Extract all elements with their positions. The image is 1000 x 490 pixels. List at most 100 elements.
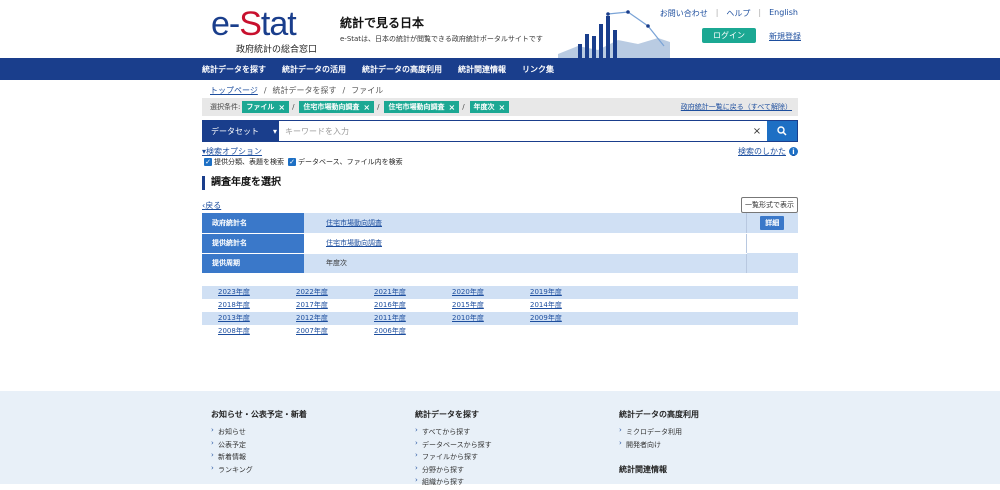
close-icon[interactable]: × <box>363 103 370 112</box>
nav-item-advanced-use[interactable]: 統計データの高度利用 <box>362 64 450 75</box>
login-button[interactable]: ログイン <box>702 28 756 43</box>
chevron-down-icon: ▾ <box>273 126 278 136</box>
search-options: ▾検索オプション 検索のしかた i ✓ 提供分類、表題を検索 ✓ データベース、ファイ… <box>202 146 798 168</box>
nav-item-search-data[interactable]: 統計データを探す <box>202 64 274 75</box>
close-icon[interactable]: × <box>499 103 506 112</box>
checkbox-checked-icon: ✓ <box>204 158 212 166</box>
close-icon[interactable]: × <box>448 103 455 112</box>
nav-item-related-info[interactable]: 統計関連情報 <box>458 64 514 75</box>
footer-column-news: お知らせ・公表予定・新着 お知らせ 公表予定 新着情報 ランキング <box>211 409 307 477</box>
year-link[interactable]: 2013年度 <box>218 313 296 323</box>
year-link[interactable]: 2016年度 <box>374 300 452 310</box>
table-row: 提供周期 年度次 <box>202 253 798 274</box>
row-value: 住宅市場動向調査 <box>304 233 746 254</box>
footer-column-advanced: 統計データの高度利用 ミクロデータ利用 開発者向け 統計関連情報 <box>619 409 699 482</box>
condition-chip-statistic[interactable]: 住宅市場動向調査 × <box>384 101 460 113</box>
search-type-select[interactable]: データセット ▾ <box>203 121 279 141</box>
row-header: 提供統計名 <box>202 233 304 254</box>
year-link[interactable]: 2014年度 <box>530 300 608 310</box>
checkbox-database-file[interactable]: ✓ データベース、ファイル内を検索 <box>288 157 403 167</box>
footer-heading: 統計関連情報 <box>619 465 667 474</box>
english-link[interactable]: English <box>769 8 798 19</box>
footer-link[interactable]: 分野から探す <box>415 464 492 478</box>
footer-link[interactable]: ランキング <box>211 464 307 478</box>
chip-separator: / <box>462 103 465 111</box>
table-row: 提供統計名 住宅市場動向調査 <box>202 233 798 254</box>
stat-name-link[interactable]: 住宅市場動向調査 <box>326 219 382 227</box>
header-chart-decoration <box>558 10 670 58</box>
year-link[interactable]: 2009年度 <box>530 313 608 323</box>
register-link[interactable]: 新規登録 <box>769 31 801 42</box>
footer-heading: 統計データを探す <box>415 410 479 419</box>
search-scope-checkboxes: ✓ 提供分類、表題を検索 ✓ データベース、ファイル内を検索 <box>204 157 403 167</box>
year-link[interactable]: 2023年度 <box>218 287 296 297</box>
nav-item-use-data[interactable]: 統計データの活用 <box>282 64 354 75</box>
link-separator: | <box>715 8 719 17</box>
nav-item-links[interactable]: リンク集 <box>522 64 562 75</box>
close-icon[interactable]: × <box>278 103 285 112</box>
checkbox-checked-icon: ✓ <box>288 158 296 166</box>
checkbox-classification-title[interactable]: ✓ 提供分類、表題を検索 <box>204 157 284 167</box>
row-action <box>745 253 798 273</box>
conditions-label: 選択条件: <box>210 103 241 111</box>
clear-search-icon[interactable]: × <box>747 121 767 141</box>
global-nav: 統計データを探す 統計データの活用 統計データの高度利用 統計関連情報 リンク集 <box>0 58 1000 80</box>
year-row: 2008年度 2007年度 2006年度 <box>202 325 798 338</box>
search-options-toggle[interactable]: ▾検索オプション <box>202 146 262 157</box>
provided-stat-link[interactable]: 住宅市場動向調査 <box>326 239 382 247</box>
contact-link[interactable]: お問い合わせ <box>660 8 708 19</box>
footer-link[interactable]: 開発者向け <box>619 439 699 453</box>
condition-chip-file[interactable]: ファイル × <box>242 101 290 113</box>
footer-link[interactable]: 新着情報 <box>211 451 307 465</box>
year-link[interactable]: 2006年度 <box>374 326 452 336</box>
footer-link[interactable]: 公表予定 <box>211 439 307 453</box>
info-icon: i <box>789 147 798 156</box>
year-link[interactable]: 2019年度 <box>530 287 608 297</box>
year-link[interactable]: 2012年度 <box>296 313 374 323</box>
year-link[interactable]: 2011年度 <box>374 313 452 323</box>
clear-all-link[interactable]: 政府統計一覧に戻る（すべて解除） <box>681 102 792 112</box>
row-header: 政府統計名 <box>202 213 304 234</box>
year-link[interactable]: 2007年度 <box>296 326 374 336</box>
stat-info-table: 政府統計名 住宅市場動向調査 詳細 提供統計名 住宅市場動向調査 提供周期 年度… <box>202 213 798 274</box>
site-title: 統計で見る日本 <box>340 16 425 30</box>
breadcrumb: トップページ / 統計データを探す / ファイル <box>210 82 1000 98</box>
year-link[interactable]: 2008年度 <box>218 326 296 336</box>
footer-link[interactable]: お知らせ <box>211 426 307 440</box>
year-link[interactable]: 2022年度 <box>296 287 374 297</box>
search-bar: データセット ▾ キーワードを入力 × <box>202 120 798 142</box>
footer-link[interactable]: ファイルから探す <box>415 451 492 465</box>
footer-link[interactable]: 組織から探す <box>415 476 492 490</box>
estat-logo[interactable]: e-Stat 政府統計の総合窓口 <box>211 6 323 55</box>
year-link[interactable]: 2021年度 <box>374 287 452 297</box>
year-list: 2023年度 2022年度 2021年度 2020年度 2019年度 2018年… <box>202 285 798 338</box>
chip-separator: / <box>377 103 380 111</box>
list-view-button[interactable]: 一覧形式で表示 <box>741 197 798 213</box>
year-link[interactable]: 2020年度 <box>452 287 530 297</box>
search-button[interactable] <box>767 121 797 141</box>
page-title: 調査年度を選択 <box>202 176 798 190</box>
help-link[interactable]: ヘルプ <box>726 8 750 19</box>
selected-conditions-bar: 選択条件: ファイル × / 住宅市場動向調査 × / 住宅市場動向調査 × / 年度… <box>202 98 798 116</box>
year-link[interactable]: 2018年度 <box>218 300 296 310</box>
utility-links: お問い合わせ | ヘルプ | English <box>660 8 798 19</box>
year-row: 2013年度 2012年度 2011年度 2010年度 2009年度 <box>202 311 798 325</box>
back-link[interactable]: ‹戻る <box>202 200 221 211</box>
condition-chip-survey[interactable]: 住宅市場動向調査 × <box>299 101 375 113</box>
logo-subtitle: 政府統計の総合窓口 <box>236 45 318 55</box>
search-input[interactable]: キーワードを入力 <box>279 121 747 141</box>
footer-link[interactable]: すべてから探す <box>415 426 492 440</box>
year-row: 2018年度 2017年度 2016年度 2015年度 2014年度 <box>202 299 798 312</box>
footer-link[interactable]: ミクロデータ利用 <box>619 426 699 440</box>
breadcrumb-home[interactable]: トップページ <box>210 85 258 96</box>
year-link[interactable]: 2015年度 <box>452 300 530 310</box>
detail-button[interactable]: 詳細 <box>760 216 785 230</box>
condition-chip-cycle[interactable]: 年度次 × <box>469 101 510 113</box>
footer-link[interactable]: データベースから探す <box>415 439 492 453</box>
year-link[interactable]: 2010年度 <box>452 313 530 323</box>
year-link[interactable]: 2017年度 <box>296 300 374 310</box>
chip-separator: / <box>292 103 295 111</box>
how-to-search-link[interactable]: 検索のしかた i <box>738 146 798 157</box>
year-row: 2023年度 2022年度 2021年度 2020年度 2019年度 <box>202 285 798 299</box>
row-header: 提供周期 <box>202 253 304 274</box>
